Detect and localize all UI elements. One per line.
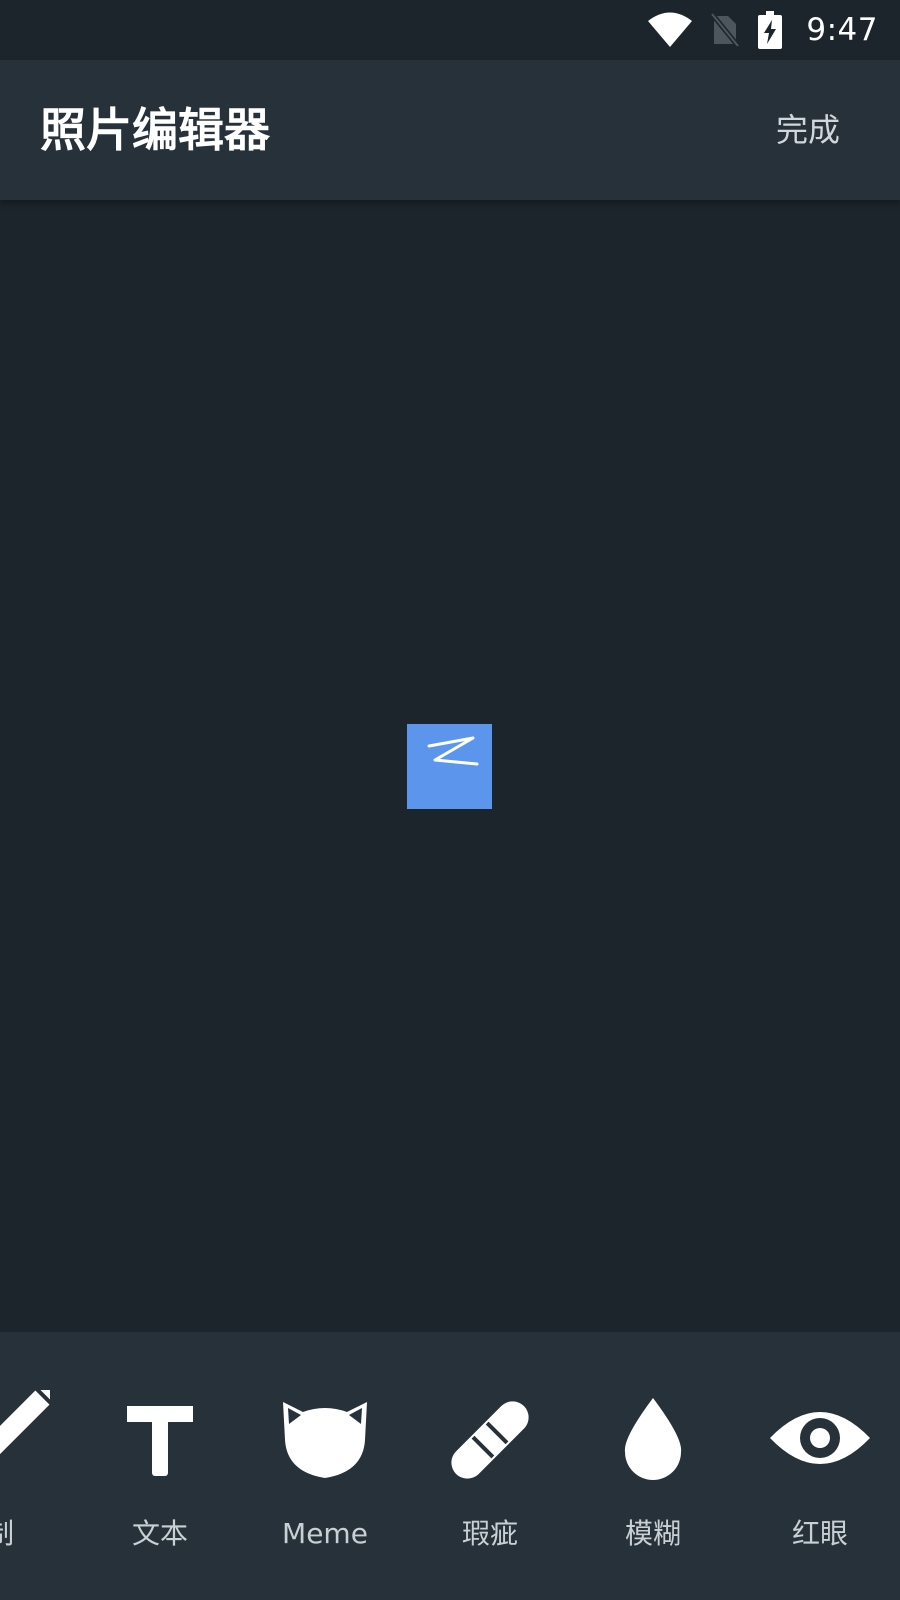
tool-bar[interactable]: 制 文本 Meme — [0, 1332, 900, 1600]
tool-label: 模糊 — [624, 1517, 681, 1550]
drop-icon — [603, 1390, 703, 1490]
status-icons: 9:47 — [648, 10, 878, 50]
cat-meme-icon — [275, 1390, 375, 1490]
app-bar: 照片编辑器 完成 — [0, 60, 900, 200]
tool-label: 红眼 — [791, 1517, 848, 1550]
tool-meme[interactable]: Meme — [250, 1332, 400, 1600]
z-logo-icon — [427, 736, 479, 766]
tool-red-eye[interactable]: 红眼 — [745, 1332, 895, 1600]
tool-label: Meme — [282, 1517, 368, 1550]
text-icon — [110, 1390, 210, 1490]
clock: 9:47 — [806, 12, 878, 48]
no-sim-icon — [710, 12, 741, 48]
done-button[interactable]: 完成 — [776, 105, 840, 155]
page-title: 照片编辑器 — [40, 103, 270, 157]
wifi-icon — [648, 12, 693, 48]
tool-text[interactable]: 文本 — [85, 1332, 235, 1600]
tool-draw[interactable]: 制 — [0, 1332, 75, 1600]
tool-blur[interactable]: 模糊 — [578, 1332, 728, 1600]
status-bar: 9:47 — [0, 0, 900, 60]
eye-icon — [770, 1390, 870, 1490]
tool-blemish[interactable]: 瑕疵 — [415, 1332, 565, 1600]
pencil-icon — [0, 1390, 50, 1490]
photo-preview[interactable] — [407, 724, 492, 809]
tool-label: 瑕疵 — [461, 1517, 518, 1550]
battery-charging-icon — [758, 11, 783, 49]
bandage-icon — [440, 1390, 540, 1490]
photo-canvas[interactable] — [0, 200, 900, 1332]
tool-label: 文本 — [131, 1517, 188, 1550]
tool-label: 制 — [0, 1514, 75, 1554]
